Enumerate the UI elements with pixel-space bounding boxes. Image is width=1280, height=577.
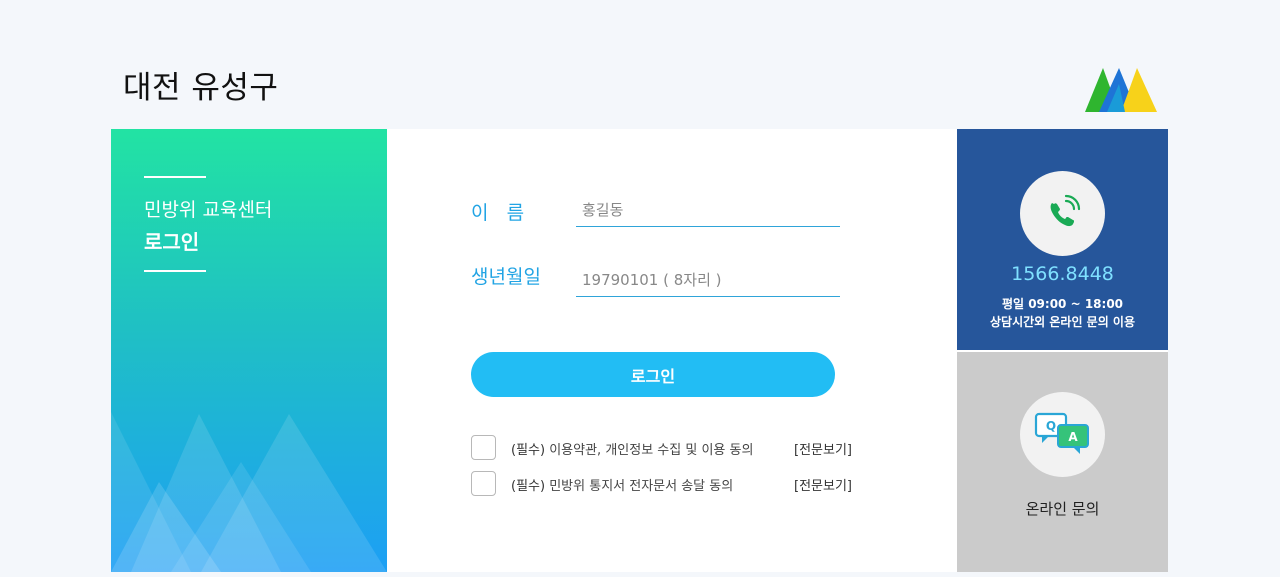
phone-number: 1566.8448 [1011,263,1114,285]
hours-weekday: 평일 09:00 ~ 18:00 [1001,297,1124,311]
banner-title: 로그인 [144,230,200,254]
phone-icon-circle [1020,171,1105,256]
logo-icon [1085,68,1157,112]
qa-chat-icon: Q A [1034,412,1089,454]
phone-icon [1050,194,1081,227]
service-hours: 평일 09:00 ~ 18:00 상담시간외 온라인 문의 이용 [957,295,1168,331]
left-banner: 민방위 교육센터 로그인 [111,129,387,572]
agreement-text: (필수) 이용약관, 개인정보 수집 및 이용 동의 [511,439,753,458]
notice-checkbox[interactable] [471,471,496,496]
agreement-label: 이용약관, 개인정보 수집 및 이용 동의 [549,443,754,458]
agreement-terms: (필수) 이용약관, 개인정보 수집 및 이용 동의 [전문보기] [471,435,871,461]
name-label: 이 름 [471,202,525,224]
agreement-label: 민방위 통지서 전자문서 송달 동의 [549,479,734,494]
online-inquiry-panel[interactable]: Q A 온라인 문의 [957,352,1168,572]
divider [144,270,206,272]
qa-icon-circle: Q A [1020,392,1105,477]
online-inquiry-label: 온라인 문의 [1025,500,1100,518]
view-full-notice-link[interactable]: [전문보기] [794,475,852,494]
agreement-text: (필수) 민방위 통지서 전자문서 송달 동의 [511,475,733,494]
page-title: 대전 유성구 [123,70,279,106]
required-tag: (필수) [511,479,546,494]
divider [144,176,206,178]
hours-note: 상담시간외 온라인 문의 이용 [989,315,1135,329]
svg-text:Q: Q [1046,419,1056,433]
contact-panel: 1566.8448 평일 09:00 ~ 18:00 상담시간외 온라인 문의 … [957,129,1168,350]
terms-checkbox[interactable] [471,435,496,460]
center-name: 민방위 교육센터 [144,199,273,221]
login-card: 민방위 교육센터 로그인 이 름 생년월일 로그인 (필수) 이용약관, 개인정… [111,129,1168,572]
name-input[interactable] [576,193,840,227]
birthdate-input[interactable] [576,263,840,297]
required-tag: (필수) [511,443,546,458]
svg-text:A: A [1068,430,1078,444]
login-button[interactable]: 로그인 [471,352,835,397]
birth-label: 생년월일 [471,266,541,288]
mountain-decoration [111,412,387,572]
view-full-terms-link[interactable]: [전문보기] [794,439,852,458]
agreement-notice: (필수) 민방위 통지서 전자문서 송달 동의 [전문보기] [471,471,871,497]
